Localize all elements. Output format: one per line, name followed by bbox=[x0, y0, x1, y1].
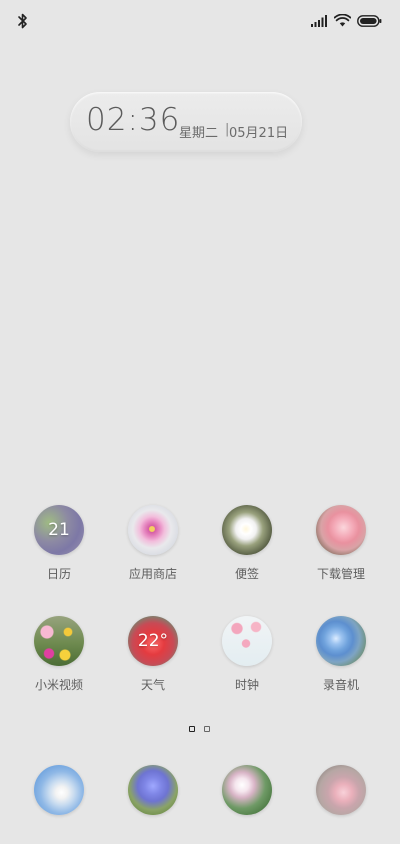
recorder-icon[interactable] bbox=[316, 616, 366, 666]
calendar-icon[interactable]: 21 bbox=[34, 505, 84, 555]
app-label: 日历 bbox=[46, 567, 71, 581]
clock-date: 05月21日 bbox=[229, 126, 289, 141]
app-label: 应用商店 bbox=[128, 567, 177, 581]
app-label: 录音机 bbox=[322, 678, 359, 692]
clock-time: 02:36 bbox=[86, 102, 181, 138]
page-dot-1[interactable] bbox=[189, 726, 195, 732]
page-dot-2[interactable] bbox=[204, 726, 210, 732]
signal-icon bbox=[311, 12, 328, 31]
calendar-badge: 21 bbox=[48, 520, 70, 540]
clock-icon[interactable] bbox=[222, 616, 272, 666]
app-label: 时钟 bbox=[234, 678, 259, 692]
app-video[interactable]: 小米视频 bbox=[14, 616, 104, 693]
dock-phone[interactable] bbox=[14, 765, 104, 815]
phone-icon[interactable] bbox=[34, 765, 84, 815]
app-label: 便签 bbox=[234, 567, 259, 581]
downloads-icon[interactable] bbox=[316, 505, 366, 555]
dock-browser[interactable] bbox=[202, 765, 292, 815]
weather-badge: 22° bbox=[137, 631, 169, 651]
app-store-icon[interactable] bbox=[128, 505, 178, 555]
app-clock[interactable]: 时钟 bbox=[202, 616, 292, 693]
app-label: 小米视频 bbox=[34, 678, 83, 692]
camera-icon[interactable] bbox=[316, 765, 366, 815]
clock-weekday: 星期二 bbox=[179, 126, 219, 141]
dock-messages[interactable] bbox=[108, 765, 198, 815]
app-app-store[interactable]: 应用商店 bbox=[108, 505, 198, 582]
notes-icon[interactable] bbox=[222, 505, 272, 555]
app-weather[interactable]: 22° 天气 bbox=[108, 616, 198, 693]
weather-icon[interactable]: 22° bbox=[128, 616, 178, 666]
app-downloads[interactable]: 下载管理 bbox=[296, 505, 386, 582]
app-recorder[interactable]: 录音机 bbox=[296, 616, 386, 693]
app-notes[interactable]: 便签 bbox=[202, 505, 292, 582]
app-calendar[interactable]: 21 日历 bbox=[14, 505, 104, 582]
status-bar bbox=[0, 0, 400, 40]
battery-icon bbox=[357, 12, 382, 31]
dock-camera[interactable] bbox=[296, 765, 386, 815]
messages-icon[interactable] bbox=[128, 765, 178, 815]
app-label: 下载管理 bbox=[316, 567, 365, 581]
browser-icon[interactable] bbox=[222, 765, 272, 815]
page-indicator bbox=[189, 726, 210, 732]
clock-widget[interactable]: 02:36 星期二 | 05月21日 bbox=[70, 92, 302, 152]
bluetooth-icon bbox=[16, 12, 30, 30]
wifi-icon bbox=[333, 12, 352, 31]
video-icon[interactable] bbox=[34, 616, 84, 666]
app-label: 天气 bbox=[140, 678, 165, 692]
